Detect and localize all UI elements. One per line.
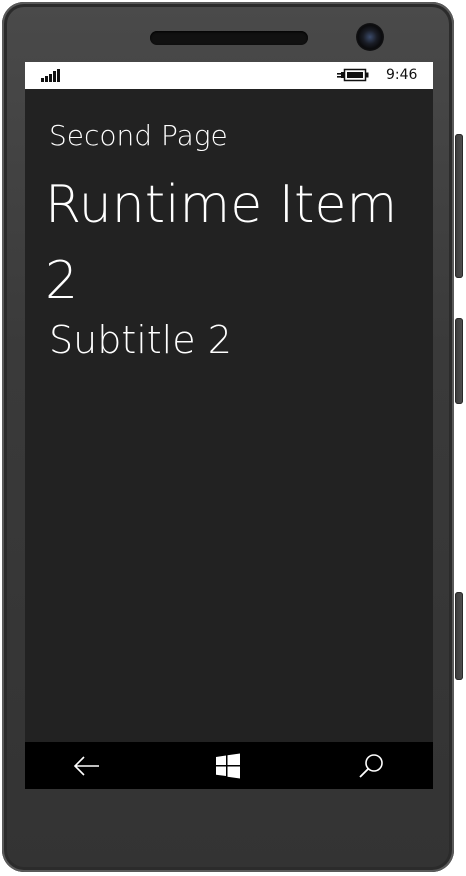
navigation-bar <box>25 742 433 789</box>
page-header: Second Page <box>49 119 228 152</box>
front-camera <box>356 23 384 51</box>
item-subtitle: Subtitle 2 <box>49 318 232 362</box>
status-clock: 9:46 <box>386 67 418 83</box>
back-button[interactable] <box>47 742 127 789</box>
volume-button[interactable] <box>455 134 463 278</box>
back-arrow-icon <box>73 755 99 776</box>
earpiece-speaker <box>150 31 308 45</box>
start-button[interactable] <box>188 742 268 789</box>
status-bar: 9:46 <box>25 62 433 89</box>
phone-screen: 9:46 Second Page Runtime Item 2 Subtitle… <box>25 62 433 789</box>
camera-button[interactable] <box>455 592 463 680</box>
signal-bars-icon <box>41 69 60 82</box>
search-icon <box>359 753 383 778</box>
item-title: Runtime Item 2 <box>45 175 398 311</box>
search-button[interactable] <box>331 742 411 789</box>
battery-charging-icon <box>337 68 369 82</box>
power-button[interactable] <box>455 318 463 404</box>
windows-logo-icon <box>216 753 240 778</box>
